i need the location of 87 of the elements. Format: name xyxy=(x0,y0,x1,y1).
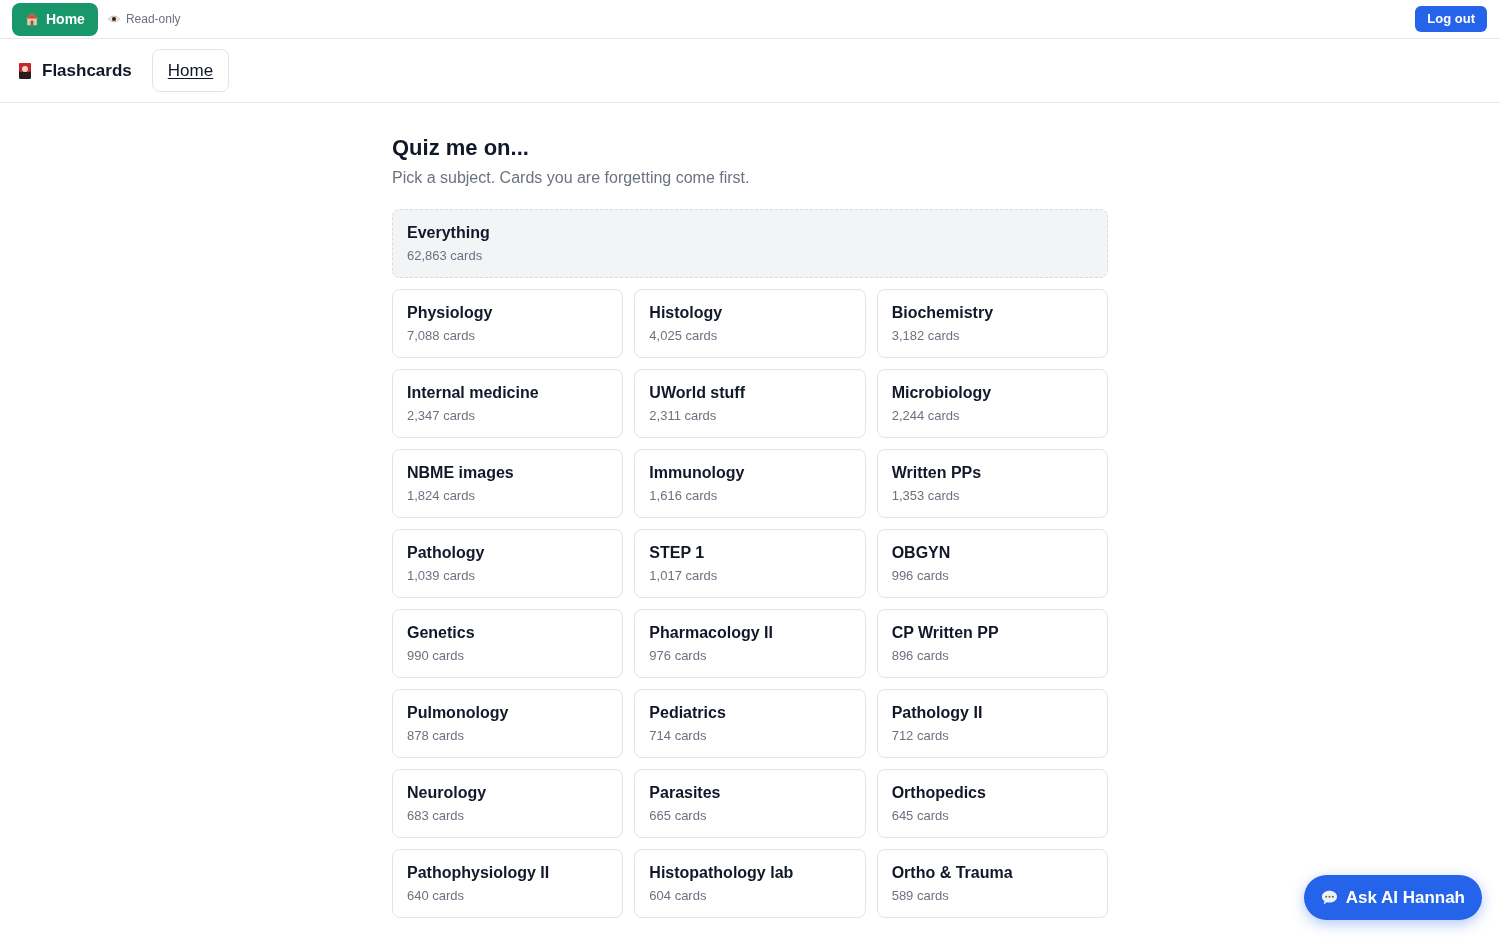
card-count: 7,088 cards xyxy=(407,327,475,345)
card-count: 589 cards xyxy=(891,887,949,905)
eye-icon xyxy=(107,15,120,23)
subject-name: Immunology xyxy=(649,463,745,483)
subject-name: Physiology xyxy=(407,303,493,323)
ask-ai-button[interactable]: Ask AI Hannah xyxy=(1303,875,1482,920)
subject-name: Internal medicine xyxy=(407,383,539,403)
subject-card[interactable]: Immunology 1,616 cards xyxy=(634,449,866,518)
subject-name: Ortho & Trauma xyxy=(891,863,1013,883)
subject-name: Pharmacology II xyxy=(649,623,773,643)
chat-bubble-icon xyxy=(1320,890,1338,905)
subject-card[interactable]: Biochemistry 3,182 cards xyxy=(876,289,1108,358)
subject-name: Microbiology xyxy=(891,383,992,403)
subject-name: Pathology xyxy=(407,543,485,563)
subject-card[interactable]: Pediatrics 714 cards xyxy=(634,689,866,758)
subject-name: Histopathology lab xyxy=(649,863,794,883)
subject-card[interactable]: Written PPs 1,353 cards xyxy=(876,449,1108,518)
card-count: 1,824 cards xyxy=(407,487,475,505)
subject-name: Neurology xyxy=(407,783,487,803)
card-count: 604 cards xyxy=(649,887,707,905)
read-only-label: Read-only xyxy=(125,11,181,28)
card-count: 2,347 cards xyxy=(407,407,475,425)
subject-card[interactable]: Pathology II 712 cards xyxy=(876,689,1108,758)
subject-name: Parasites xyxy=(649,783,721,803)
subject-card[interactable]: Histology 4,025 cards xyxy=(634,289,866,358)
nav-link[interactable]: Home xyxy=(151,49,230,92)
subject-name: CP Written PP xyxy=(891,623,999,643)
subject-card[interactable]: Histopathology lab 604 cards xyxy=(634,849,866,918)
subject-name: Pathology II xyxy=(891,703,983,723)
subject-name: Orthopedics xyxy=(891,783,986,803)
subject-card[interactable]: Pharmacology II 976 cards xyxy=(634,609,866,678)
card-count: 714 cards xyxy=(649,727,707,745)
card-count: 645 cards xyxy=(891,807,949,825)
subject-card[interactable]: Pathology 1,039 cards xyxy=(392,529,624,598)
subject-name: Pathophysiology II xyxy=(407,863,550,883)
card-count: 712 cards xyxy=(891,727,949,745)
house-icon xyxy=(25,12,39,26)
subject-name: STEP 1 xyxy=(649,543,705,563)
card-count: 990 cards xyxy=(407,647,465,665)
card-count: 3,182 cards xyxy=(891,327,960,345)
page-heading: Quiz me on... xyxy=(392,134,530,162)
subject-name: Pediatrics xyxy=(649,703,726,723)
page-subtitle: Pick a subject. Cards you are forgetting come first. xyxy=(392,168,751,188)
card-count: 4,025 cards xyxy=(649,327,718,345)
subject-name: Written PPs xyxy=(891,463,982,483)
subject-card[interactable]: Ortho & Trauma 589 cards xyxy=(876,849,1108,918)
subject-name: UWorld stuff xyxy=(649,383,745,403)
subject-name: NBME images xyxy=(407,463,514,483)
home-button[interactable]: Home xyxy=(12,2,98,36)
card-count: 62,863 cards xyxy=(407,247,483,265)
subject-card[interactable]: Physiology 7,088 cards xyxy=(392,289,624,358)
logout-button[interactable]: Log out xyxy=(1415,6,1487,32)
card-count: 996 cards xyxy=(891,567,949,585)
subject-card[interactable]: Neurology 683 cards xyxy=(392,769,624,838)
card-count: 2,311 cards xyxy=(649,407,717,425)
subject-card[interactable]: Internal medicine 2,347 cards xyxy=(392,369,624,438)
subject-card[interactable]: Pathophysiology II 640 cards xyxy=(392,849,624,918)
subject-card[interactable]: OBGYN 996 cards xyxy=(876,529,1108,598)
subject-name: Genetics xyxy=(407,623,475,643)
subject-card[interactable]: Pulmonology 878 cards xyxy=(392,689,624,758)
card-count: 640 cards xyxy=(407,887,465,905)
subject-card[interactable]: Microbiology 2,244 cards xyxy=(876,369,1108,438)
subject-card[interactable]: Parasites 665 cards xyxy=(634,769,866,838)
card-count: 1,353 cards xyxy=(891,487,960,505)
card-count: 1,039 cards xyxy=(407,567,475,585)
subject-card[interactable]: CP Written PP 896 cards xyxy=(876,609,1108,678)
subject-card[interactable]: Genetics 990 cards xyxy=(392,609,624,678)
subject-name: OBGYN xyxy=(891,543,951,563)
subject-name: Biochemistry xyxy=(891,303,994,323)
subject-card[interactable]: Orthopedics 645 cards xyxy=(876,769,1108,838)
card-count: 1,616 cards xyxy=(649,487,718,505)
subject-card[interactable]: NBME images 1,824 cards xyxy=(392,449,624,518)
card-count: 1,017 cards xyxy=(649,567,718,585)
subject-name: Histology xyxy=(649,303,723,323)
card-count: 2,244 cards xyxy=(891,407,960,425)
subject-card[interactable]: UWorld stuff 2,311 cards xyxy=(634,369,866,438)
subject-card[interactable]: STEP 1 1,017 cards xyxy=(634,529,866,598)
card-count: 878 cards xyxy=(407,727,465,745)
card-count: 665 cards xyxy=(649,807,707,825)
card-count: 896 cards xyxy=(891,647,949,665)
brand-title: Flashcards xyxy=(42,59,132,82)
subject-name: Everything xyxy=(407,223,490,243)
card-count: 976 cards xyxy=(649,647,707,665)
card-icon xyxy=(19,62,31,79)
subject-name: Pulmonology xyxy=(407,703,509,723)
card-count: 683 cards xyxy=(407,807,465,825)
subject-card[interactable]: Everything 62,863 cards xyxy=(392,209,1108,278)
